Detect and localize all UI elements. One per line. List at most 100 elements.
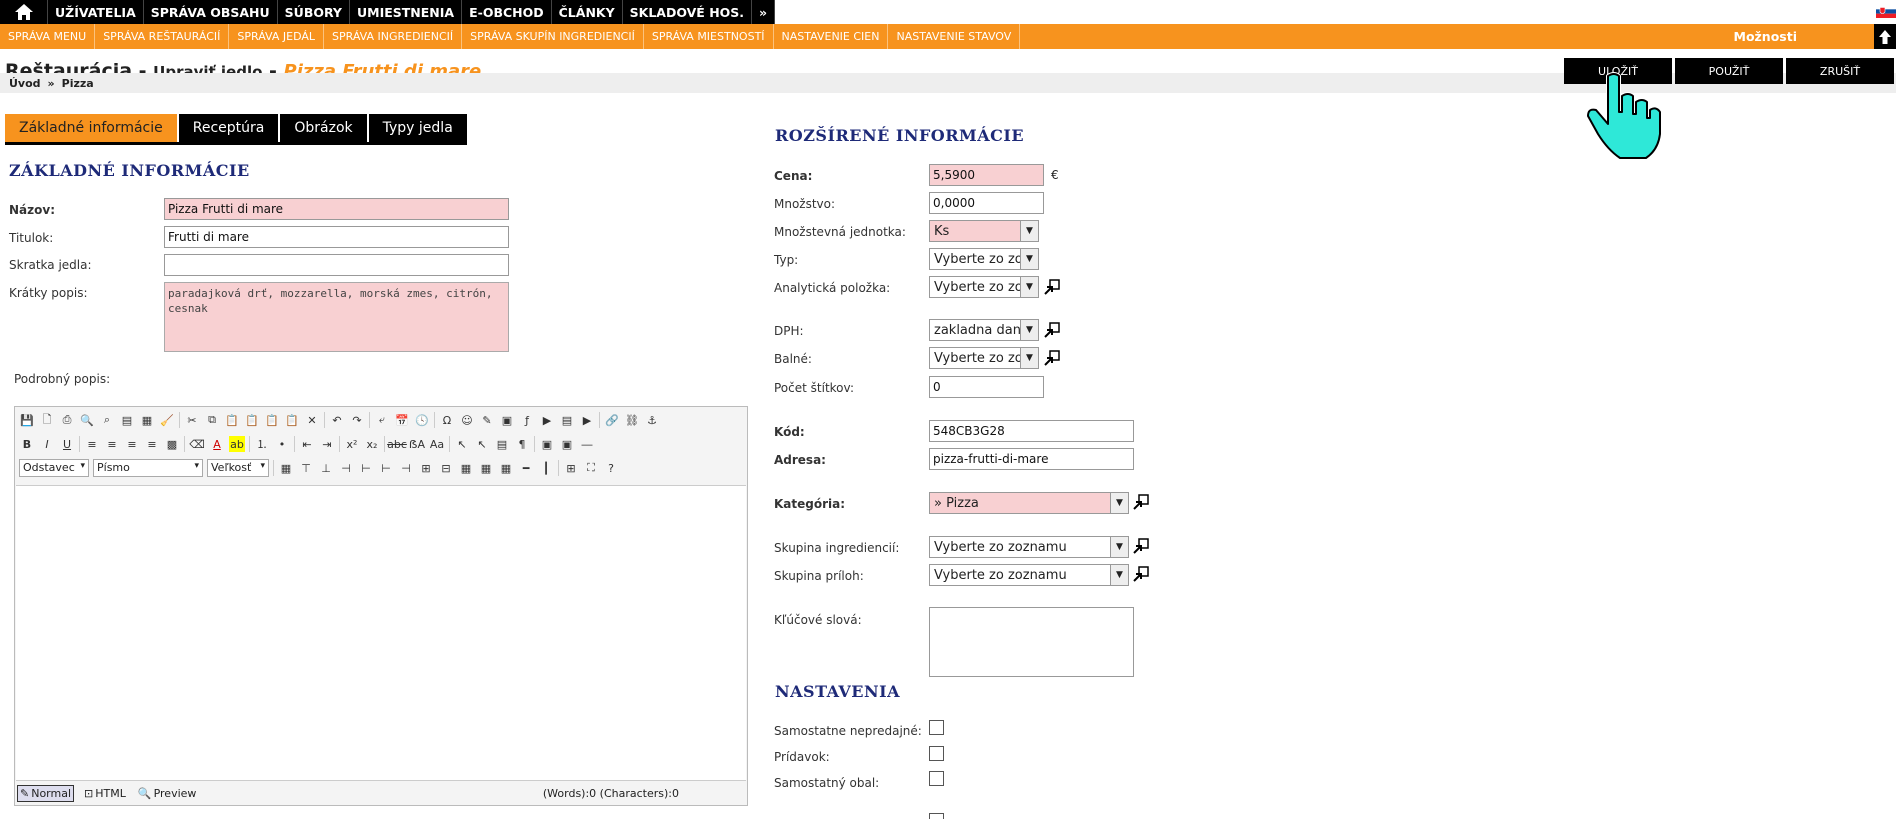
delete-icon[interactable]: ✕ [304,412,320,428]
packing-select[interactable]: Vyberte zo zo ▼ [929,347,1039,369]
spellcheck-icon[interactable]: ▦ [139,412,155,428]
select-icon[interactable]: ↖ [474,436,490,452]
insert-table-icon[interactable]: ▦ [278,460,294,476]
title-input[interactable]: Frutti di mare [164,226,509,248]
absolute-position-icon[interactable]: ↖ [454,436,470,452]
unordered-list-icon[interactable]: • [274,436,290,452]
keywords-textarea[interactable] [929,607,1134,677]
copy-icon[interactable]: ⧉ [204,412,220,428]
emoticon-icon[interactable]: ☺ [459,412,475,428]
external-link-icon[interactable] [1044,350,1060,366]
nav-articles[interactable]: ČLÁNKY [552,0,623,24]
sub-price-settings[interactable]: NASTAVENIE CIEN [774,24,889,49]
sub-menu-management[interactable]: SPRÁVA MENU [0,24,96,49]
paragraph-icon[interactable]: ¶ [514,436,530,452]
superscript-icon[interactable]: x² [344,436,360,452]
paste-html-icon[interactable]: 📋 [284,412,300,428]
table-properties-icon[interactable]: ▦ [478,460,494,476]
tab-image[interactable]: Obrázok [280,114,367,142]
tab-basic-info[interactable]: Základné informácie [5,114,177,142]
code-input[interactable]: 548CB3G28 [929,420,1134,442]
category-select[interactable]: » Pizza ▼ [929,492,1129,514]
align-none-icon[interactable]: ▩ [164,436,180,452]
youtube-icon[interactable]: ▶ [579,412,595,428]
price-input[interactable]: 5,5900 [929,164,1044,186]
address-input[interactable]: pizza-frutti-di-mare [929,448,1134,470]
subscript-icon[interactable]: x₂ [364,436,380,452]
show-borders-icon[interactable]: ⊞ [563,460,579,476]
horizontal-rule-icon[interactable]: ― [579,436,595,452]
apply-button[interactable]: POUŽIŤ [1675,58,1783,84]
undo-icon[interactable]: ↶ [329,412,345,428]
form-icon[interactable]: ▤ [494,436,510,452]
nav-files[interactable]: SÚBORY [278,0,350,24]
uppercase-icon[interactable]: ẞA [409,436,425,452]
sub-dishes[interactable]: SPRÁVA JEDÁL [229,24,325,49]
insert-date-icon[interactable]: 📅 [394,412,410,428]
sub-ingredient-groups[interactable]: SPRÁVA SKUPÍN INGREDIENCIÍ [462,24,644,49]
find-icon[interactable]: 🔍 [79,412,95,428]
nav-eshop[interactable]: E-OBCHOD [462,0,552,24]
merge-cells-icon[interactable]: ▦ [458,460,474,476]
nav-more[interactable]: » [752,0,776,24]
unit-select[interactable]: Ks ▼ [929,220,1039,242]
clean-format-icon[interactable]: 🧹 [159,412,175,428]
short-description-textarea[interactable]: paradajková drť, mozzarella, morská zmes… [164,282,509,352]
delete-column-icon[interactable]: ⊣ [398,460,414,476]
send-backward-icon[interactable]: ▣ [559,436,575,452]
edit-image-icon[interactable]: ✎ [479,412,495,428]
insert-break-icon[interactable]: ⤶ [374,412,390,428]
analytic-item-select[interactable]: Vyberte zo zo ▼ [929,276,1039,298]
addon-checkbox[interactable] [929,746,944,761]
sub-ingredients[interactable]: SPRÁVA INGREDIENCIÍ [324,24,463,49]
print-icon[interactable]: ⎙ [59,412,75,428]
ingredient-group-select[interactable]: Vyberte zo zoznamu ▼ [929,536,1129,558]
link-icon[interactable]: 🔗 [604,412,620,428]
media-icon[interactable]: ▶ [539,412,555,428]
lowercase-icon[interactable]: Aa [429,436,445,452]
ordered-list-icon[interactable]: ⒈ [254,436,270,452]
partial-checkbox[interactable] [929,813,944,819]
flash-icon[interactable]: ƒ [519,412,535,428]
home-button[interactable] [0,0,48,24]
mode-normal[interactable]: ✎ Normal [17,784,75,802]
editor-content-area[interactable] [16,485,746,781]
save-icon[interactable]: 💾 [19,412,35,428]
paste-text-icon[interactable]: 📋 [244,412,260,428]
mode-preview[interactable]: 🔍 Preview [136,786,199,801]
align-left-icon[interactable]: ≡ [84,436,100,452]
abbreviation-input[interactable] [164,254,509,276]
quantity-input[interactable]: 0,0000 [929,192,1044,214]
separate-pack-checkbox[interactable] [929,771,944,786]
options-menu[interactable]: Možnosti [1734,24,1798,49]
slovak-flag-icon[interactable] [1876,5,1896,18]
bold-icon[interactable]: B [19,436,35,452]
paste-word-icon[interactable]: 📋 [264,412,280,428]
justify-icon[interactable]: ≡ [144,436,160,452]
sub-restaurants[interactable]: SPRÁVA REŠTAURÁCIÍ [95,24,230,49]
font-color-icon[interactable]: A [209,436,225,452]
separately-unsellable-checkbox[interactable] [929,720,944,735]
scroll-top-button[interactable] [1874,24,1896,49]
outdent-icon[interactable]: ⇤ [299,436,315,452]
external-link-icon[interactable] [1044,322,1060,338]
cell-properties-icon[interactable]: ▦ [498,460,514,476]
unlink-icon[interactable]: ⛓ [624,412,640,428]
italic-icon[interactable]: I [39,436,55,452]
align-right-icon[interactable]: ≡ [124,436,140,452]
delete-cell-icon[interactable]: ⊟ [438,460,454,476]
mode-html[interactable]: ⊡ HTML [82,786,128,801]
help-icon[interactable]: ? [603,460,619,476]
nav-locations[interactable]: UMIESTNENIA [350,0,463,24]
redo-icon[interactable]: ↷ [349,412,365,428]
select-all-icon[interactable]: ▤ [119,412,135,428]
sub-status-settings[interactable]: NASTAVENIE STAVOV [888,24,1021,49]
insert-column-after-icon[interactable]: ⊢ [378,460,394,476]
type-select[interactable]: Vyberte zo zo ▼ [929,248,1039,270]
indent-icon[interactable]: ⇥ [319,436,335,452]
insert-row-after-icon[interactable]: ⊥ [318,460,334,476]
tab-dish-types[interactable]: Typy jedla [368,114,467,142]
font-family-select[interactable]: Písmo [93,459,203,477]
insert-column-before-icon[interactable]: ⊢ [358,460,374,476]
vat-select[interactable]: zakladna dan ▼ [929,319,1039,341]
